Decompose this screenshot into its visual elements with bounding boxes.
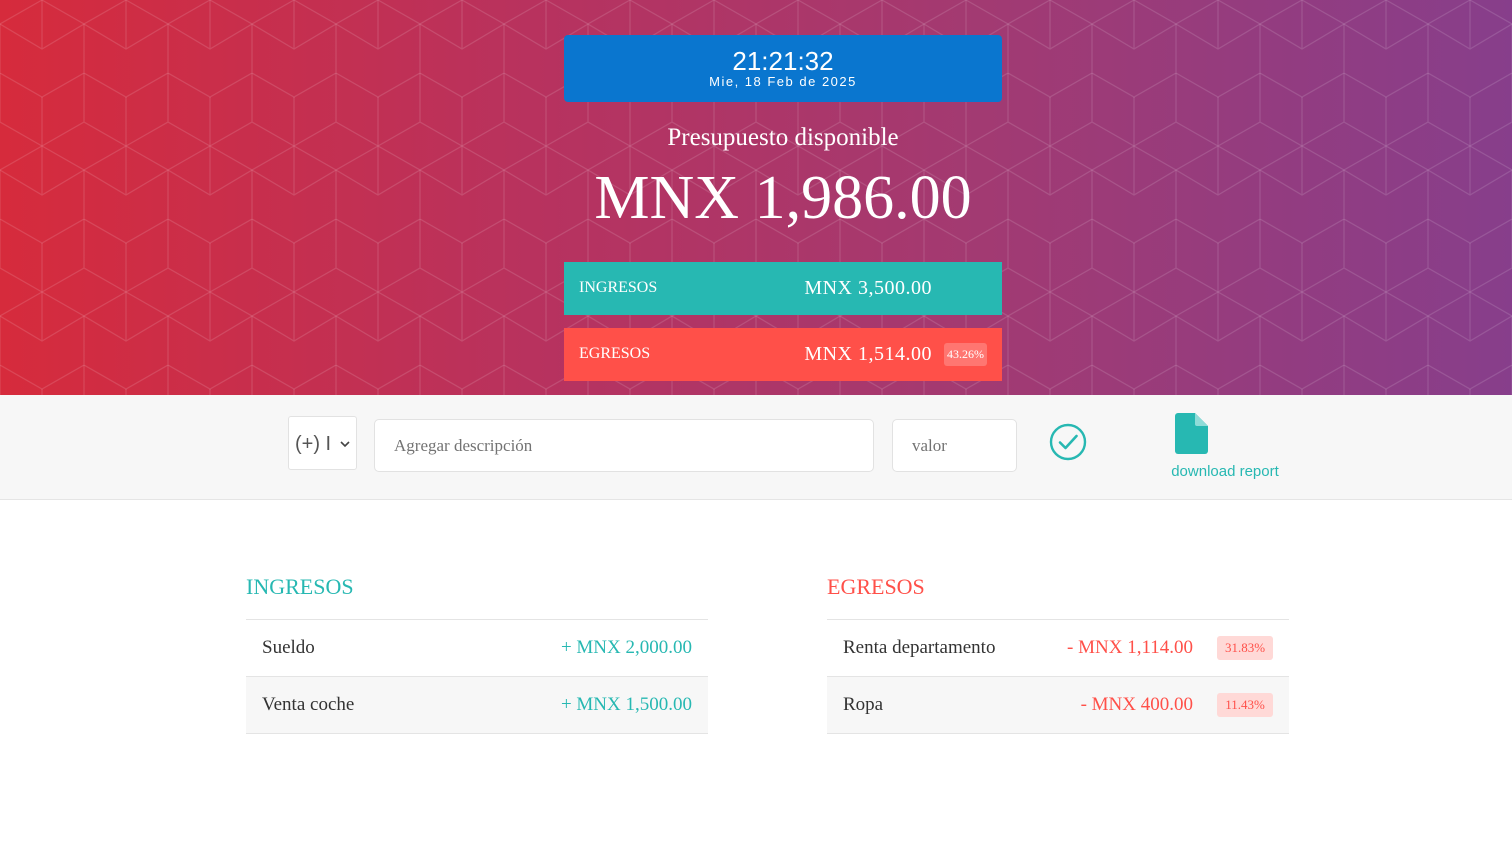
income-list-title: INGRESOS <box>246 570 708 620</box>
expense-summary-value: MNX 1,514.00 <box>804 343 932 365</box>
expense-summary: EGRESOS MNX 1,514.00 43.26% <box>564 328 1002 381</box>
expense-item-description: Renta departamento <box>843 637 996 658</box>
expense-item-amount: - MNX 400.00 <box>1080 694 1193 715</box>
budget-header: 21:21:32 Mie, 18 Feb de 2025 Presupuesto… <box>0 0 1512 395</box>
expense-item-amount: - MNX 1,114.00 <box>1067 637 1193 658</box>
add-check-button[interactable] <box>1048 422 1088 462</box>
expense-item-description: Ropa <box>843 694 884 715</box>
expense-list-title: EGRESOS <box>827 570 1289 620</box>
expense-item[interactable]: Renta departamento - MNX 1,114.00 31.83% <box>827 620 1289 677</box>
income-item[interactable]: Venta coche + MNX 1,500.00 <box>246 677 708 734</box>
clock-panel: 21:21:32 Mie, 18 Feb de 2025 <box>564 35 1002 102</box>
income-summary-value: MNX 3,500.00 <box>804 277 932 299</box>
type-select-value: (+) I <box>295 433 332 455</box>
expense-list: EGRESOS Renta departamento - MNX 1,114.0… <box>827 570 1289 734</box>
income-item-description: Sueldo <box>262 637 315 658</box>
download-report-button[interactable]: download report <box>1160 413 1290 485</box>
chevron-down-icon <box>340 441 350 448</box>
clock-time: 21:21:32 <box>732 46 834 76</box>
expense-percentage-badge: 43.26% <box>944 343 987 366</box>
expense-summary-label: EGRESOS <box>579 345 651 362</box>
type-select[interactable]: (+) I <box>288 416 357 470</box>
clock-date: Mie, 18 Feb de 2025 <box>709 74 857 90</box>
expense-item[interactable]: Ropa - MNX 400.00 11.43% <box>827 677 1289 734</box>
income-item-description: Venta coche <box>262 694 355 715</box>
file-icon <box>1175 413 1208 454</box>
income-summary-label: INGRESOS <box>579 279 658 296</box>
download-report-label: download report <box>1171 463 1279 480</box>
income-item-amount: + MNX 2,000.00 <box>560 637 692 658</box>
income-list: INGRESOS Sueldo + MNX 2,000.00 Venta coc… <box>246 570 708 734</box>
income-item-amount: + MNX 1,500.00 <box>560 694 692 715</box>
value-input[interactable] <box>892 419 1017 472</box>
expense-item-percentage: 11.43% <box>1217 693 1273 717</box>
add-entry-bar: (+) I download report <box>0 395 1512 500</box>
income-item[interactable]: Sueldo + MNX 2,000.00 <box>246 620 708 677</box>
budget-title: Presupuesto disponible <box>667 124 899 151</box>
income-summary: INGRESOS MNX 3,500.00 <box>564 262 1002 315</box>
budget-value: MNX 1,986.00 <box>594 164 972 232</box>
expense-item-percentage: 31.83% <box>1217 636 1273 660</box>
description-input[interactable] <box>374 419 874 472</box>
